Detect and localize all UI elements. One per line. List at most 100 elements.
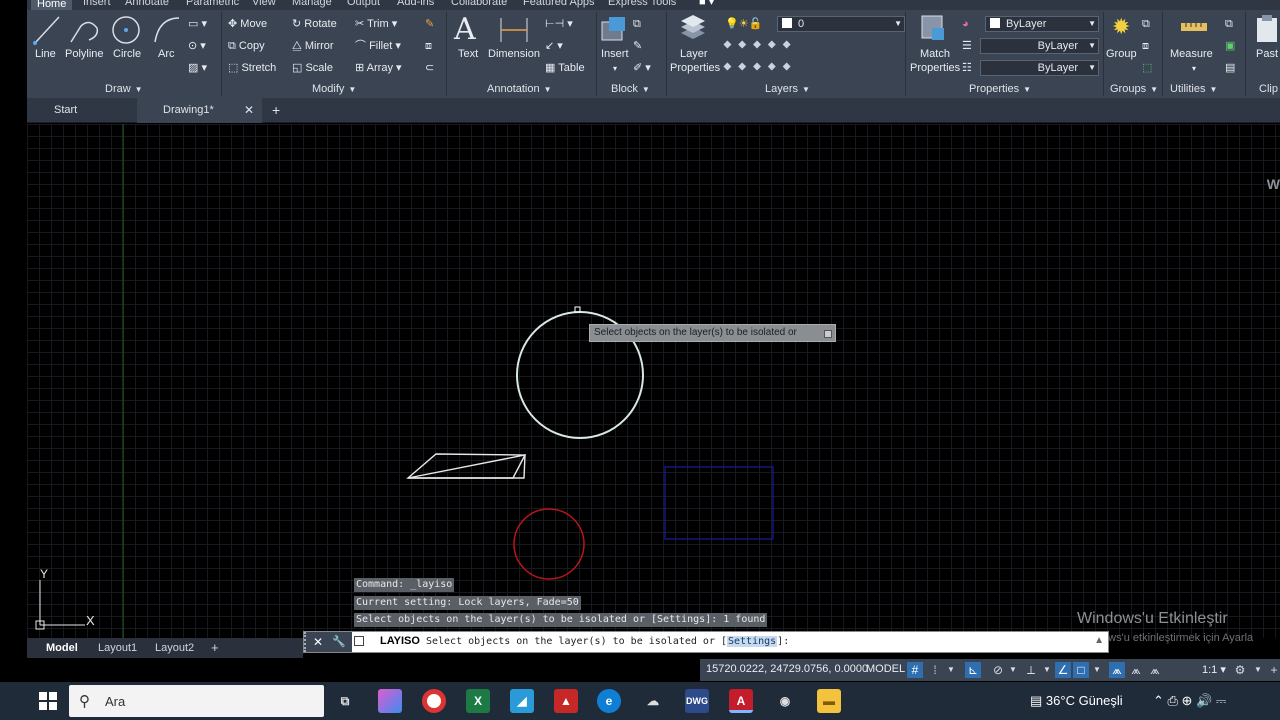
- tab-parametric[interactable]: Parametric: [186, 0, 239, 10]
- group-button[interactable]: Group: [1106, 48, 1137, 60]
- match-properties-button[interactable]: Match: [920, 48, 950, 60]
- dwg-app-icon[interactable]: DWG: [685, 689, 709, 713]
- clipboard-panel-label[interactable]: Clip: [1259, 82, 1278, 96]
- autocad-taskbar-icon[interactable]: A: [729, 689, 753, 713]
- tab-home[interactable]: Home: [31, 0, 73, 10]
- stretch-button[interactable]: ⬚ Stretch: [228, 59, 276, 77]
- tab-annotate[interactable]: Annotate: [125, 0, 169, 10]
- isodraft-icon[interactable]: ⟂: [1023, 662, 1039, 678]
- snap-icon[interactable]: ⁞: [927, 662, 943, 678]
- copy-button[interactable]: ⧉ Copy: [228, 37, 265, 55]
- model-tab[interactable]: Model: [46, 638, 78, 658]
- circle-button[interactable]: Circle: [113, 48, 141, 60]
- layers-panel-label[interactable]: Layers ▼: [765, 82, 810, 96]
- tab-insert[interactable]: Insert: [83, 0, 111, 10]
- erase-button[interactable]: ✎: [425, 15, 434, 33]
- hatch-tool[interactable]: ⊙ ▾: [188, 37, 206, 55]
- gradient-tool[interactable]: ▨ ▾: [188, 59, 207, 77]
- close-icon[interactable]: ✕: [313, 632, 323, 652]
- text-button[interactable]: Text: [458, 48, 478, 60]
- taskbar-search[interactable]: ⚲ Ara: [69, 685, 324, 717]
- object-snap-tracking-icon[interactable]: ∠: [1055, 662, 1071, 678]
- tab-manage[interactable]: Manage: [292, 0, 332, 10]
- settings-option[interactable]: Settings: [727, 636, 778, 647]
- explode-button[interactable]: ⧈: [425, 37, 432, 55]
- recorder-icon[interactable]: ◉: [773, 689, 797, 713]
- rectangle-tool[interactable]: ▭ ▾: [188, 15, 207, 33]
- draw-panel-label[interactable]: Draw ▼: [105, 82, 143, 96]
- parallelogram[interactable]: [407, 454, 526, 479]
- modify-panel-label[interactable]: Modify ▼: [312, 82, 356, 96]
- pdf-reader-icon[interactable]: ▲: [554, 689, 578, 713]
- block-panel-label[interactable]: Block ▼: [611, 82, 650, 96]
- coordinates-readout[interactable]: 15720.0222, 24729.0756, 0.0000: [706, 663, 868, 675]
- polar-icon[interactable]: ⊘: [990, 662, 1006, 678]
- weather-widget[interactable]: ▤ 36°C Güneşli: [1030, 693, 1123, 709]
- system-tray-icons[interactable]: ⌃ ⎙ ⊕ 🔊 ⎓: [1153, 693, 1226, 709]
- group-edit-icon[interactable]: ⧈: [1142, 37, 1149, 55]
- gear-icon[interactable]: ⚙: [1232, 662, 1248, 678]
- quick-select-icon[interactable]: ⧉: [1225, 15, 1233, 33]
- layout1-tab[interactable]: Layout1: [98, 638, 137, 658]
- tab-collaborate[interactable]: Collaborate: [451, 0, 507, 10]
- linear-dim-tool[interactable]: ⊢⊣ ▾: [545, 15, 573, 33]
- tab-addins[interactable]: Add-ins: [397, 0, 434, 10]
- command-icon[interactable]: [354, 636, 364, 646]
- layer-state-icons[interactable]: 💡☀🔓: [725, 15, 762, 33]
- select-all-icon[interactable]: ▣: [1225, 37, 1235, 55]
- auto-scale-icon[interactable]: ⩕: [1128, 662, 1144, 678]
- measure-button[interactable]: Measure: [1170, 48, 1213, 60]
- fillet-button[interactable]: ⌒ Fillet ▾: [355, 37, 401, 55]
- blue-rectangle[interactable]: [664, 466, 774, 540]
- ortho-icon[interactable]: ⊾: [965, 662, 981, 678]
- properties-panel-label[interactable]: Properties ▼: [969, 82, 1031, 96]
- viewcube-edge[interactable]: W: [1267, 176, 1280, 192]
- command-scroll-icon[interactable]: ▲: [1094, 635, 1104, 646]
- offset-button[interactable]: ⊂: [425, 59, 434, 77]
- layer-properties-button[interactable]: Layer: [680, 48, 708, 60]
- tooltip-button[interactable]: [824, 330, 832, 338]
- cloud-app-icon[interactable]: ☁: [641, 689, 665, 713]
- excel-icon[interactable]: X: [466, 689, 490, 713]
- drawing-canvas[interactable]: Y X W: [27, 124, 1280, 638]
- lineweight-dropdown[interactable]: ByLayer ▼: [980, 38, 1099, 54]
- trim-button[interactable]: ✂ Trim ▾: [355, 15, 397, 33]
- create-block-icon[interactable]: ⧉: [633, 15, 641, 33]
- close-tab-icon[interactable]: ✕: [244, 98, 254, 123]
- line-button[interactable]: Line: [35, 48, 56, 60]
- layer-dropdown[interactable]: 0 ▼: [777, 16, 905, 32]
- linetype-dropdown[interactable]: ByLayer ▼: [980, 60, 1099, 76]
- scale-button[interactable]: ◱ Scale: [292, 59, 333, 77]
- model-space-button[interactable]: MODEL: [866, 663, 905, 675]
- mirror-button[interactable]: ⧋ Mirror: [292, 37, 334, 55]
- tab-featured-apps[interactable]: Featured Apps: [523, 0, 595, 10]
- tab-express-tools[interactable]: Express Tools: [608, 0, 676, 10]
- drawing-tab[interactable]: Drawing1* ✕: [137, 98, 262, 123]
- group-select-icon[interactable]: ⬚: [1142, 59, 1152, 77]
- grid-icon[interactable]: #: [907, 662, 923, 678]
- layout2-tab[interactable]: Layout2: [155, 638, 194, 658]
- command-line[interactable]: ✕ 🔧 LAYISO Select objects on the layer(s…: [303, 631, 1109, 653]
- array-button[interactable]: ⊞ Array ▾: [355, 59, 402, 77]
- edit-block-icon[interactable]: ✎: [633, 37, 642, 55]
- ungroup-icon[interactable]: ⧉: [1142, 15, 1150, 33]
- annotation-scale-icon[interactable]: ⩕: [1147, 662, 1163, 678]
- plus-icon[interactable]: +: [1266, 662, 1280, 678]
- move-button[interactable]: ✥ Move: [228, 15, 267, 33]
- scale-dropdown[interactable]: 1:1 ▾: [1202, 663, 1226, 676]
- windows-start-icon[interactable]: [38, 691, 58, 711]
- tab-output[interactable]: Output: [347, 0, 380, 10]
- tab-view[interactable]: View: [252, 0, 276, 10]
- annotation-visibility-icon[interactable]: ⩕: [1109, 662, 1125, 678]
- command-input[interactable]: LAYISO Select objects on the layer(s) to…: [380, 635, 789, 647]
- utilities-panel-label[interactable]: Utilities ▼: [1170, 82, 1217, 96]
- calculator-icon[interactable]: ▤: [1225, 59, 1235, 77]
- wrench-icon[interactable]: 🔧: [332, 632, 346, 652]
- rotate-button[interactable]: ↻ Rotate: [292, 15, 337, 33]
- chrome-icon[interactable]: [422, 689, 446, 713]
- paste-button[interactable]: Past: [1256, 48, 1278, 60]
- annotation-panel-label[interactable]: Annotation ▼: [487, 82, 552, 96]
- edge-icon[interactable]: e: [597, 689, 621, 713]
- task-view-icon[interactable]: ⧉: [333, 689, 357, 713]
- start-tab[interactable]: Start: [27, 98, 137, 123]
